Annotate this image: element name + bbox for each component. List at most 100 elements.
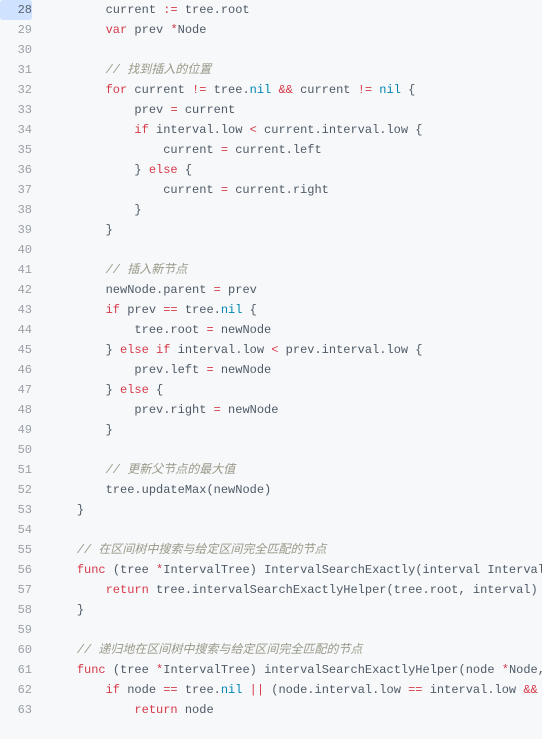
- line-number[interactable]: 52: [0, 480, 32, 500]
- code-line[interactable]: newNode.parent = prev: [48, 280, 542, 300]
- line-number[interactable]: 61: [0, 660, 32, 680]
- code-line[interactable]: } else {: [48, 160, 542, 180]
- line-number[interactable]: 57: [0, 580, 32, 600]
- line-number[interactable]: 39: [0, 220, 32, 240]
- code-line[interactable]: func (tree *IntervalTree) IntervalSearch…: [48, 560, 542, 580]
- code-line[interactable]: func (tree *IntervalTree) intervalSearch…: [48, 660, 542, 680]
- line-number[interactable]: 29: [0, 20, 32, 40]
- token-id: node: [538, 683, 542, 697]
- line-number[interactable]: 56: [0, 560, 32, 580]
- code-line[interactable]: // 在区间树中搜索与给定区间完全匹配的节点: [48, 540, 542, 560]
- line-number[interactable]: 37: [0, 180, 32, 200]
- code-line[interactable]: } else if interval.low < prev.interval.l…: [48, 340, 542, 360]
- code-line[interactable]: current := tree.root: [48, 0, 542, 20]
- line-number[interactable]: 49: [0, 420, 32, 440]
- code-line[interactable]: // 找到插入的位置: [48, 60, 542, 80]
- code-line[interactable]: [48, 520, 542, 540]
- token-id: }: [106, 423, 113, 437]
- token-id: {: [401, 83, 415, 97]
- line-number[interactable]: 59: [0, 620, 32, 640]
- line-number[interactable]: 36: [0, 160, 32, 180]
- line-number[interactable]: 62: [0, 680, 32, 700]
- token-kw: else: [149, 163, 178, 177]
- code-line[interactable]: return tree.intervalSearchExactlyHelper(…: [48, 580, 542, 600]
- code-line[interactable]: }: [48, 200, 542, 220]
- line-number[interactable]: 60: [0, 640, 32, 660]
- line-number[interactable]: 43: [0, 300, 32, 320]
- code-line[interactable]: if node == tree.nil || (node.interval.lo…: [48, 680, 542, 700]
- line-number[interactable]: 35: [0, 140, 32, 160]
- line-number[interactable]: 63: [0, 700, 32, 720]
- line-number[interactable]: 32: [0, 80, 32, 100]
- line-number[interactable]: 28: [0, 0, 32, 20]
- token-id: current.right: [228, 183, 329, 197]
- code-line[interactable]: prev.right = newNode: [48, 400, 542, 420]
- code-line[interactable]: // 递归地在区间树中搜索与给定区间完全匹配的节点: [48, 640, 542, 660]
- line-number[interactable]: 41: [0, 260, 32, 280]
- line-number[interactable]: 51: [0, 460, 32, 480]
- line-number[interactable]: 54: [0, 520, 32, 540]
- code-line[interactable]: if prev == tree.nil {: [48, 300, 542, 320]
- code-line[interactable]: tree.updateMax(newNode): [48, 480, 542, 500]
- code-line[interactable]: [48, 240, 542, 260]
- code-line[interactable]: var prev *Node: [48, 20, 542, 40]
- token-id: (newNode): [206, 483, 271, 497]
- line-number[interactable]: 47: [0, 380, 32, 400]
- code-line[interactable]: }: [48, 600, 542, 620]
- line-number[interactable]: 31: [0, 60, 32, 80]
- code-line[interactable]: current = current.left: [48, 140, 542, 160]
- code-line[interactable]: prev.left = newNode: [48, 360, 542, 380]
- token-op: *: [170, 23, 177, 37]
- code-line[interactable]: for current != tree.nil && current != ni…: [48, 80, 542, 100]
- code-line[interactable]: [48, 40, 542, 60]
- line-number[interactable]: 30: [0, 40, 32, 60]
- token-op: ==: [408, 683, 422, 697]
- line-number[interactable]: 55: [0, 540, 32, 560]
- token-lit: nil: [379, 83, 401, 97]
- line-number[interactable]: 44: [0, 320, 32, 340]
- code-line[interactable]: if interval.low < current.interval.low {: [48, 120, 542, 140]
- token-id: IntervalTree): [163, 563, 264, 577]
- line-number[interactable]: 58: [0, 600, 32, 620]
- code-line[interactable]: }: [48, 220, 542, 240]
- line-number[interactable]: 38: [0, 200, 32, 220]
- token-cm: // 更新父节点的最大值: [106, 463, 236, 477]
- code-line[interactable]: // 插入新节点: [48, 260, 542, 280]
- token-id: current: [178, 103, 236, 117]
- code-line[interactable]: } else {: [48, 380, 542, 400]
- line-number[interactable]: 34: [0, 120, 32, 140]
- token-id: current: [293, 83, 358, 97]
- token-id: newNode: [214, 323, 272, 337]
- line-number[interactable]: 46: [0, 360, 32, 380]
- code-line[interactable]: [48, 620, 542, 640]
- token-id: tree.: [178, 303, 221, 317]
- token-id: prev: [127, 23, 170, 37]
- code-line[interactable]: }: [48, 500, 542, 520]
- token-id: node: [178, 703, 214, 717]
- code-viewer: 2829303132333435363738394041424344454647…: [0, 0, 542, 739]
- token-op: =: [214, 283, 221, 297]
- token-id: [242, 683, 249, 697]
- code-line[interactable]: }: [48, 420, 542, 440]
- code-line[interactable]: tree.root = newNode: [48, 320, 542, 340]
- line-number[interactable]: 45: [0, 340, 32, 360]
- token-id: {: [149, 383, 163, 397]
- line-number[interactable]: 50: [0, 440, 32, 460]
- token-id: newNode: [221, 403, 279, 417]
- code-area[interactable]: current := tree.root var prev *Node // 找…: [40, 0, 542, 739]
- line-number[interactable]: 53: [0, 500, 32, 520]
- token-id: (interval Interval): [415, 563, 542, 577]
- token-id: (tree: [106, 663, 156, 677]
- token-op: =: [206, 363, 213, 377]
- token-op: &&: [523, 683, 537, 697]
- code-line[interactable]: [48, 440, 542, 460]
- line-number[interactable]: 40: [0, 240, 32, 260]
- code-line[interactable]: return node: [48, 700, 542, 720]
- line-number[interactable]: 42: [0, 280, 32, 300]
- code-line[interactable]: current = current.right: [48, 180, 542, 200]
- token-def: updateMax: [142, 483, 207, 497]
- code-line[interactable]: prev = current: [48, 100, 542, 120]
- line-number[interactable]: 48: [0, 400, 32, 420]
- code-line[interactable]: // 更新父节点的最大值: [48, 460, 542, 480]
- line-number[interactable]: 33: [0, 100, 32, 120]
